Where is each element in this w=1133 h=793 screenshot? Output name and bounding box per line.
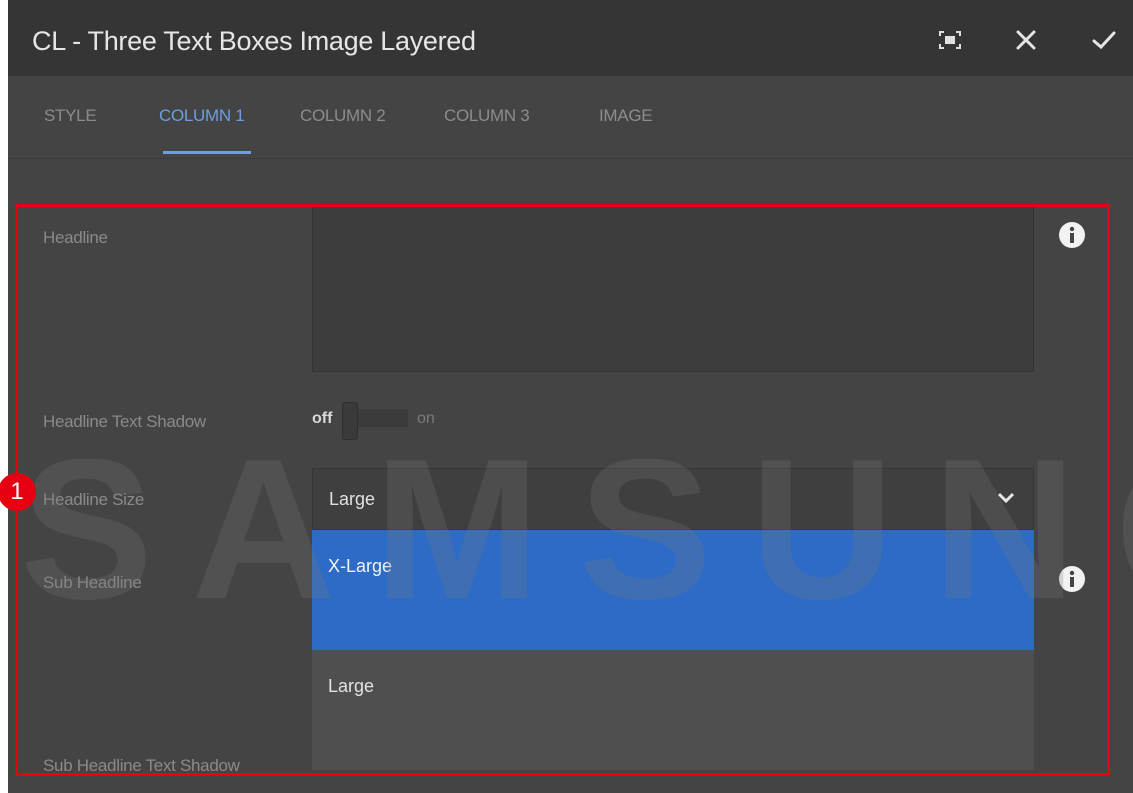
- dialog-title: CL - Three Text Boxes Image Layered: [32, 26, 476, 56]
- fullscreen-button[interactable]: [932, 22, 968, 58]
- watermark: SAMSUNG: [20, 425, 1133, 635]
- tab-image[interactable]: IMAGE: [599, 106, 653, 126]
- active-tab-indicator: [163, 151, 251, 154]
- headline-label: Headline: [43, 228, 108, 247]
- confirm-button[interactable]: [1086, 22, 1122, 58]
- close-icon: [1016, 30, 1036, 50]
- dialog-header: CL - Three Text Boxes Image Layered: [8, 0, 1133, 76]
- dropdown-option-large[interactable]: Large: [312, 650, 1034, 770]
- close-button[interactable]: [1008, 22, 1044, 58]
- info-icon[interactable]: [1059, 222, 1085, 248]
- tab-column-2[interactable]: COLUMN 2: [300, 106, 386, 126]
- checkmark-icon: [1092, 31, 1116, 50]
- tab-style[interactable]: STYLE: [44, 106, 97, 126]
- tab-column-1[interactable]: COLUMN 1: [159, 106, 245, 126]
- fullscreen-icon: [939, 31, 961, 49]
- option-label: Large: [328, 676, 375, 696]
- tab-bar: STYLE COLUMN 1 COLUMN 2 COLUMN 3 IMAGE: [8, 76, 1133, 159]
- tab-column-3[interactable]: COLUMN 3: [444, 106, 530, 126]
- headline-textarea[interactable]: [312, 206, 1034, 372]
- dialog: CL - Three Text Boxes Image Layered STYL…: [8, 0, 1133, 793]
- sub-headline-text-shadow-label: Sub Headline Text Shadow: [43, 756, 240, 775]
